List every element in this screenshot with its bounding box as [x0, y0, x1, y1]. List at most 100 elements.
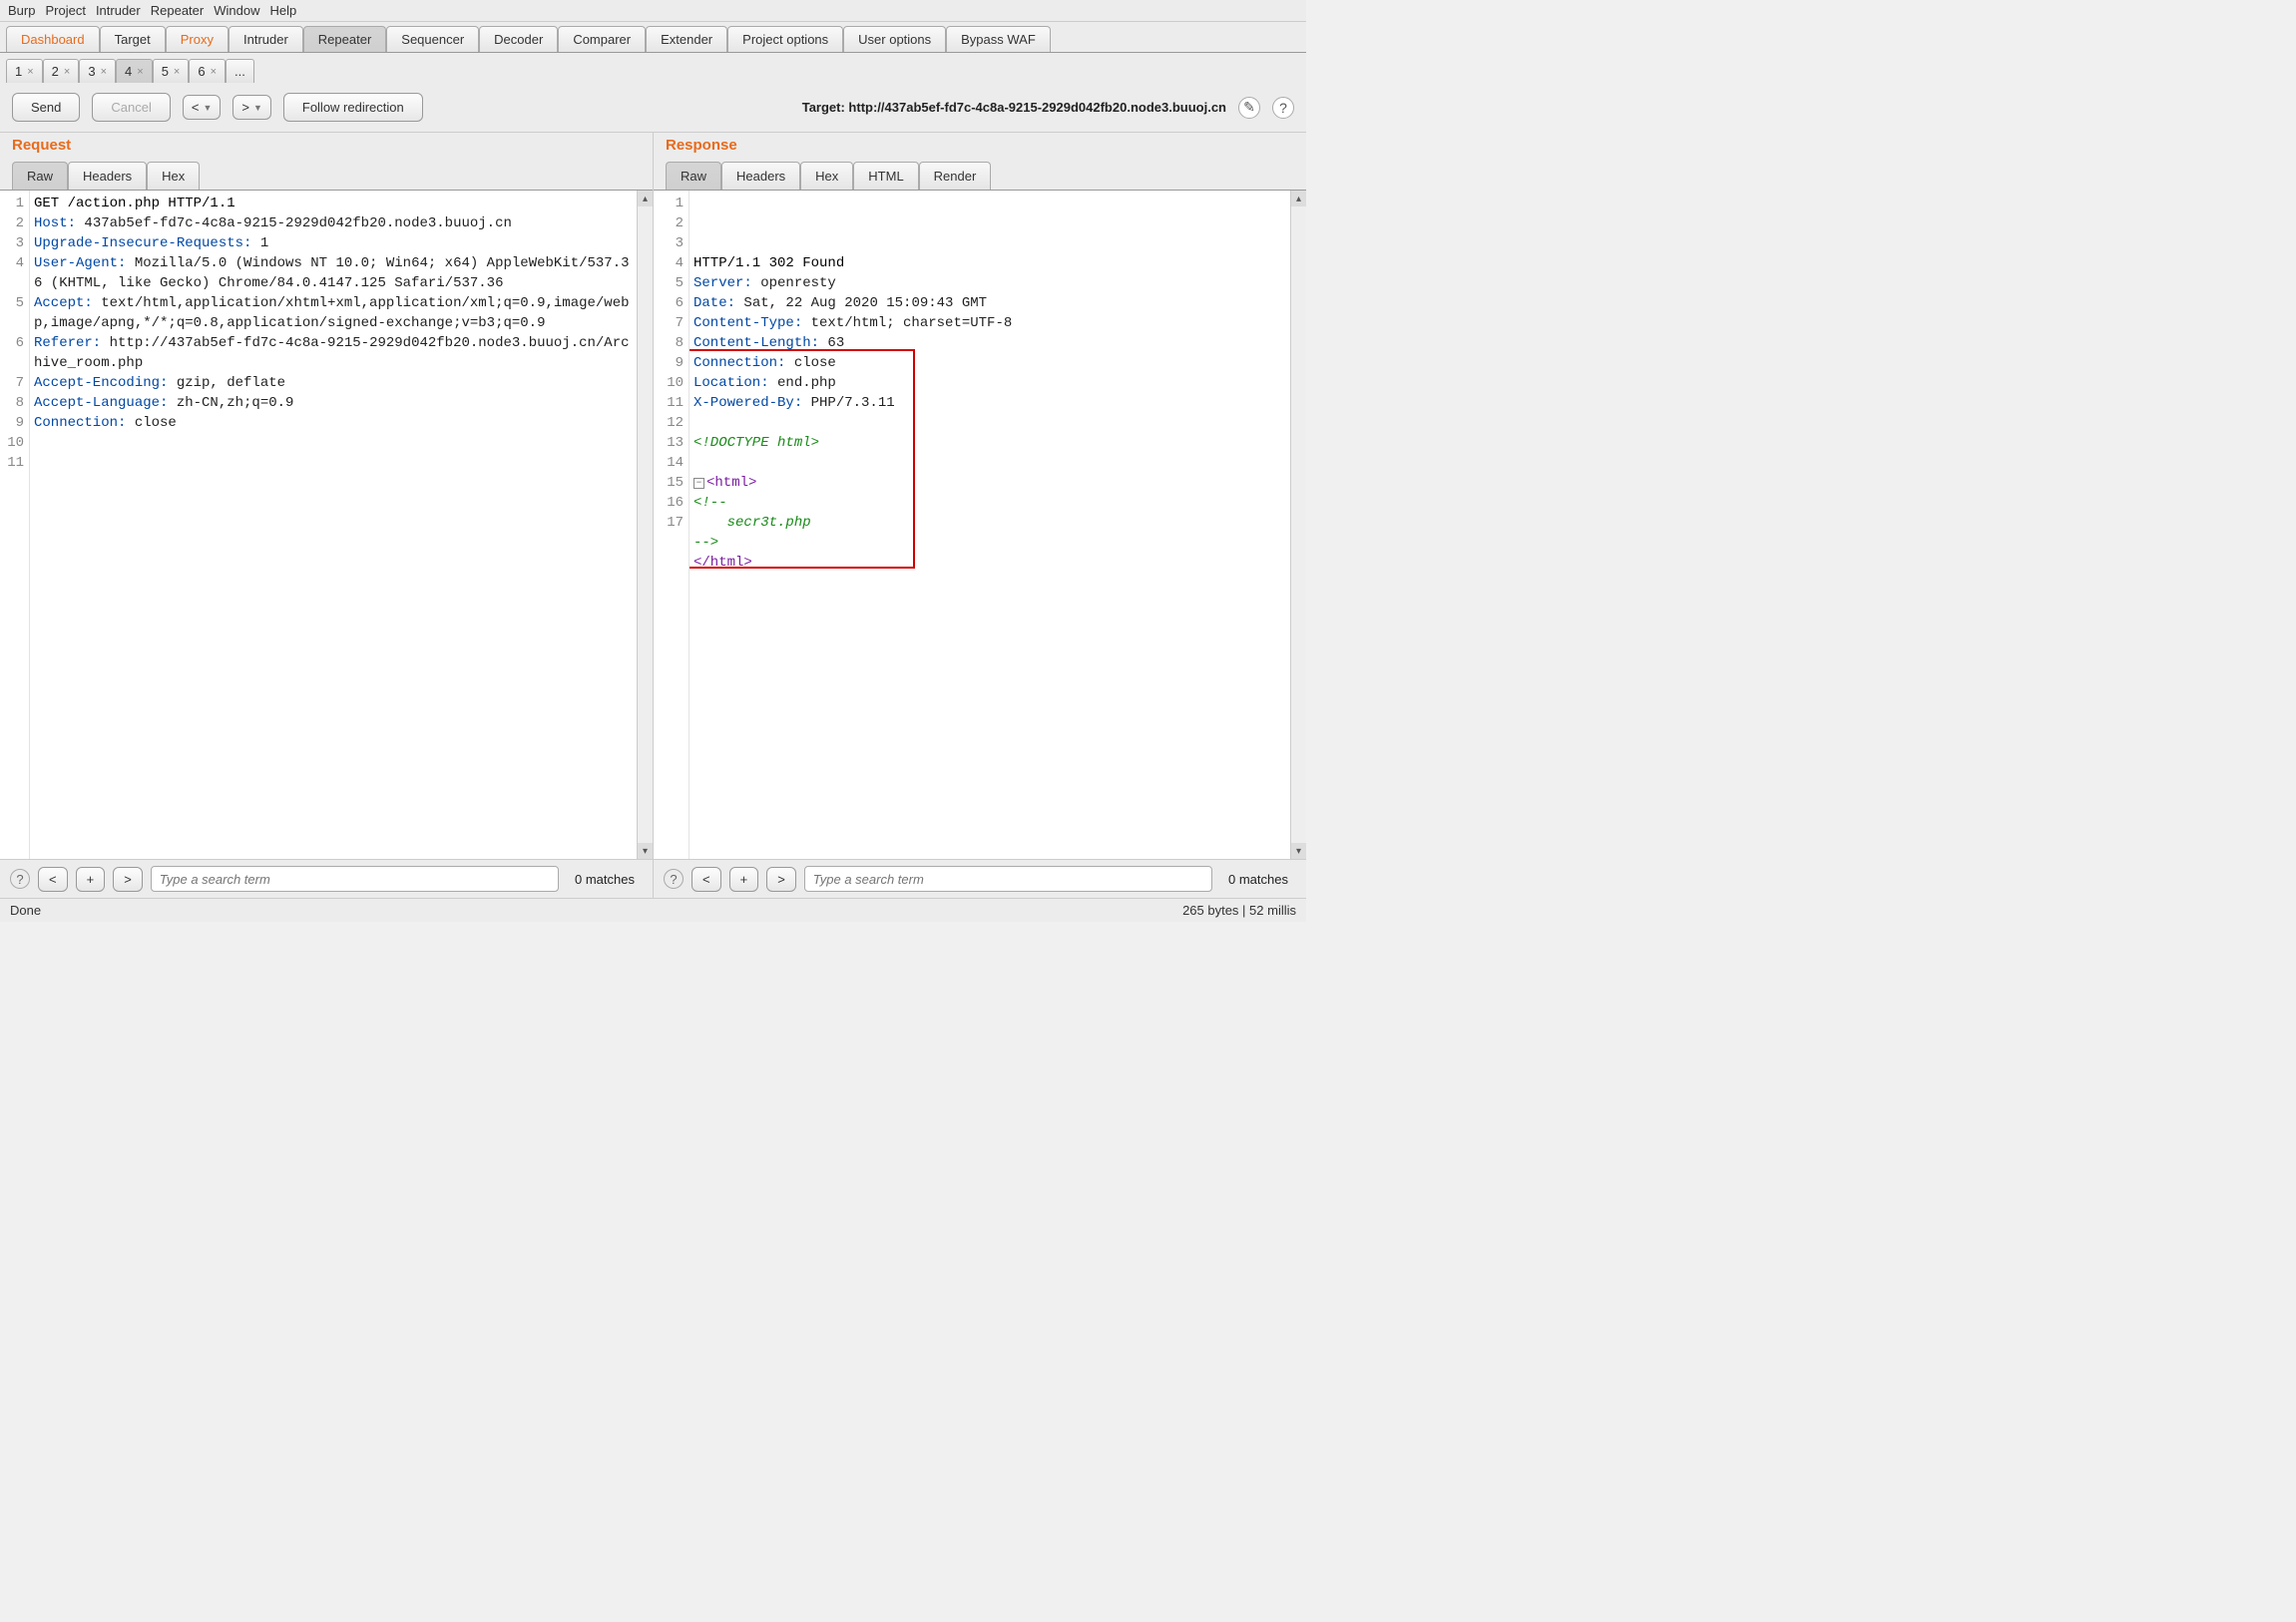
response-title: Response — [654, 133, 1306, 162]
search-add-button[interactable]: + — [729, 867, 759, 892]
subtab-4[interactable]: 4× — [116, 59, 153, 83]
code-line: GET /action.php HTTP/1.1 — [34, 194, 633, 213]
code-line — [34, 433, 633, 453]
code-line: HTTP/1.1 302 Found — [693, 253, 1286, 273]
burp-window: BurpProjectIntruderRepeaterWindowHelp Da… — [0, 0, 1306, 922]
request-view-tabs: RawHeadersHex — [0, 162, 653, 190]
close-icon[interactable]: × — [174, 66, 180, 78]
code-line: <!-- — [693, 493, 1286, 513]
response-gutter: 1234567891011121314151617 — [654, 191, 689, 859]
viewtab-headers[interactable]: Headers — [68, 162, 147, 190]
viewtab-headers[interactable]: Headers — [721, 162, 800, 190]
search-input-wrap — [151, 866, 559, 892]
code-line — [34, 453, 633, 473]
cancel-button[interactable]: Cancel — [92, 93, 170, 122]
subtab-5[interactable]: 5× — [153, 59, 190, 83]
menu-burp[interactable]: Burp — [8, 3, 35, 18]
close-icon[interactable]: × — [101, 66, 107, 78]
tab-repeater[interactable]: Repeater — [303, 26, 386, 52]
code-line: Accept-Encoding: gzip, deflate — [34, 373, 633, 393]
code-line: Content-Type: text/html; charset=UTF-8 — [693, 313, 1286, 333]
viewtab-hex[interactable]: Hex — [800, 162, 853, 190]
scroll-up-icon[interactable]: ▴ — [1291, 191, 1306, 206]
menu-project[interactable]: Project — [45, 3, 85, 18]
close-icon[interactable]: × — [211, 66, 217, 78]
response-view-tabs: RawHeadersHexHTMLRender — [654, 162, 1306, 190]
tab-sequencer[interactable]: Sequencer — [386, 26, 479, 52]
follow-redirection-button[interactable]: Follow redirection — [283, 93, 423, 122]
search-prev-button[interactable]: < — [38, 867, 68, 892]
menu-window[interactable]: Window — [214, 3, 259, 18]
tab-project-options[interactable]: Project options — [727, 26, 843, 52]
history-forward-button[interactable]: >▼ — [232, 95, 271, 120]
viewtab-hex[interactable]: Hex — [147, 162, 200, 190]
response-search-bar: ? < + > 0 matches — [654, 859, 1306, 898]
viewtab-render[interactable]: Render — [919, 162, 992, 190]
scroll-down-icon[interactable]: ▾ — [1291, 843, 1306, 859]
tab-bypass-waf[interactable]: Bypass WAF — [946, 26, 1051, 52]
close-icon[interactable]: × — [137, 66, 143, 78]
code-line: User-Agent: Mozilla/5.0 (Windows NT 10.0… — [34, 253, 633, 293]
search-next-button[interactable]: > — [766, 867, 796, 892]
code-line — [693, 453, 1286, 473]
code-line: Connection: close — [34, 413, 633, 433]
edit-target-icon[interactable]: ✎ — [1238, 97, 1260, 119]
repeater-toolbar: Send Cancel <▼ >▼ Follow redirection Tar… — [0, 83, 1306, 133]
close-icon[interactable]: × — [64, 66, 70, 78]
search-help-icon[interactable]: ? — [664, 869, 684, 889]
search-next-button[interactable]: > — [113, 867, 143, 892]
viewtab-raw[interactable]: Raw — [666, 162, 721, 190]
response-search-input[interactable] — [805, 872, 1211, 887]
menu-intruder[interactable]: Intruder — [96, 3, 141, 18]
code-line — [693, 573, 1286, 593]
request-editor: 1234567891011 GET /action.php HTTP/1.1Ho… — [0, 190, 653, 859]
tab-extender[interactable]: Extender — [646, 26, 727, 52]
subtab-6[interactable]: 6× — [189, 59, 226, 83]
menu-help[interactable]: Help — [269, 3, 296, 18]
response-pane: Response RawHeadersHexHTMLRender 1234567… — [654, 133, 1306, 898]
request-pane: Request RawHeadersHex 1234567891011 GET … — [0, 133, 654, 898]
request-scrollbar[interactable]: ▴ ▾ — [637, 191, 653, 859]
scroll-up-icon[interactable]: ▴ — [638, 191, 653, 206]
menu-repeater[interactable]: Repeater — [151, 3, 204, 18]
response-matches-label: 0 matches — [1220, 872, 1296, 887]
tab-decoder[interactable]: Decoder — [479, 26, 558, 52]
subtab-add[interactable]: ... — [226, 59, 254, 83]
menubar: Burp Project Intruder Repeater Window Help — [0, 0, 1306, 22]
history-back-button[interactable]: <▼ — [183, 95, 222, 120]
viewtab-html[interactable]: HTML — [853, 162, 918, 190]
tab-proxy[interactable]: Proxy — [166, 26, 229, 52]
subtab-3[interactable]: 3× — [79, 59, 116, 83]
dropdown-arrow-icon: ▼ — [203, 103, 212, 113]
code-line: X-Powered-By: PHP/7.3.11 — [693, 393, 1286, 413]
search-help-icon[interactable]: ? — [10, 869, 30, 889]
subtab-1[interactable]: 1× — [6, 59, 43, 83]
statusbar: Done 265 bytes | 52 millis — [0, 898, 1306, 922]
fold-icon[interactable]: − — [693, 478, 704, 489]
tab-intruder[interactable]: Intruder — [229, 26, 303, 52]
code-line: Server: openresty — [693, 273, 1286, 293]
code-line: −<html> — [693, 473, 1286, 493]
request-text[interactable]: GET /action.php HTTP/1.1Host: 437ab5ef-f… — [30, 191, 637, 859]
viewtab-raw[interactable]: Raw — [12, 162, 68, 190]
scroll-down-icon[interactable]: ▾ — [638, 843, 653, 859]
response-scrollbar[interactable]: ▴ ▾ — [1290, 191, 1306, 859]
request-search-input[interactable] — [152, 872, 558, 887]
main-tabs: DashboardTargetProxyIntruderRepeaterSequ… — [0, 22, 1306, 53]
request-search-bar: ? < + > 0 matches — [0, 859, 653, 898]
search-add-button[interactable]: + — [76, 867, 106, 892]
code-line — [693, 413, 1286, 433]
chevron-left-icon: < — [192, 100, 200, 115]
subtab-2[interactable]: 2× — [43, 59, 80, 83]
search-prev-button[interactable]: < — [691, 867, 721, 892]
tab-target[interactable]: Target — [100, 26, 166, 52]
tab-user-options[interactable]: User options — [843, 26, 946, 52]
search-input-wrap — [804, 866, 1212, 892]
send-button[interactable]: Send — [12, 93, 80, 122]
tab-comparer[interactable]: Comparer — [558, 26, 646, 52]
help-icon[interactable]: ? — [1272, 97, 1294, 119]
tab-dashboard[interactable]: Dashboard — [6, 26, 100, 52]
close-icon[interactable]: × — [27, 66, 33, 78]
response-text[interactable]: HTTP/1.1 302 FoundServer: openrestyDate:… — [689, 191, 1290, 859]
chevron-right-icon: > — [241, 100, 249, 115]
